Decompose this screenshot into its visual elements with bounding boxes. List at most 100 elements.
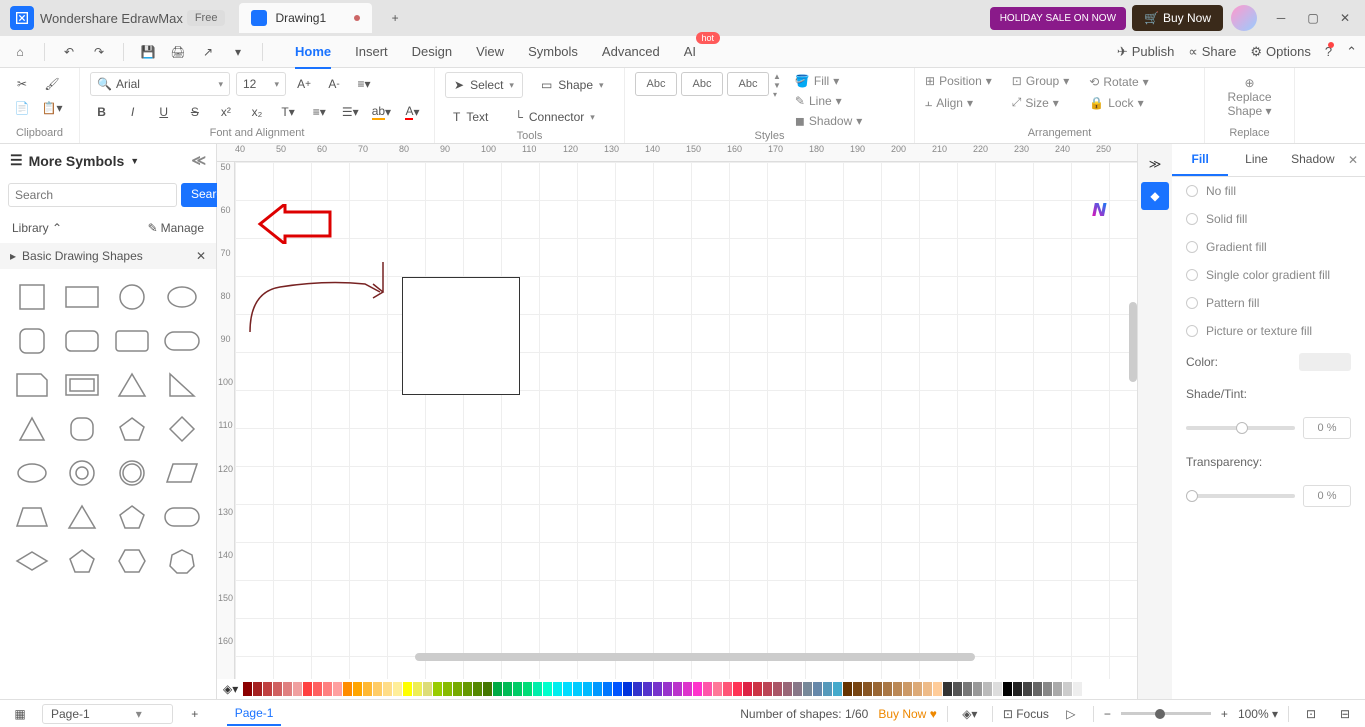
color-swatch[interactable] [923, 682, 932, 696]
shape-pentagon3[interactable] [62, 545, 102, 577]
color-swatch[interactable] [963, 682, 972, 696]
decrease-font-button[interactable]: A- [322, 72, 346, 96]
save-button[interactable]: 💾 [136, 40, 160, 64]
italic-button[interactable]: I [121, 100, 144, 124]
subscript-button[interactable]: x₂ [245, 100, 268, 124]
size-dropdown[interactable]: ⤢ Size▾ [1012, 93, 1069, 112]
no-fill-option[interactable]: No fill [1172, 177, 1365, 205]
minimize-button[interactable]: ─ [1265, 4, 1297, 32]
color-swatch[interactable] [803, 682, 812, 696]
color-swatch[interactable] [973, 682, 982, 696]
copy-button[interactable]: 📄 [10, 96, 34, 120]
zoom-value[interactable]: 100% ▾ [1238, 707, 1278, 721]
shape-ellipse[interactable] [162, 281, 202, 313]
rectangle-shape[interactable] [402, 277, 520, 395]
tab-view[interactable]: View [476, 40, 504, 63]
connector-tool[interactable]: └Connector▾ [506, 104, 602, 130]
shape-trapezoid[interactable] [12, 501, 52, 533]
color-swatch[interactable] [713, 682, 722, 696]
shape-rounded-rect[interactable] [62, 325, 102, 357]
color-swatch[interactable] [253, 682, 262, 696]
color-swatch[interactable] [993, 682, 1002, 696]
position-dropdown[interactable]: ⊞ Position▾ [925, 72, 992, 90]
present-button[interactable]: ▷ [1059, 702, 1083, 726]
color-swatch[interactable] [543, 682, 552, 696]
transparency-slider[interactable] [1186, 494, 1295, 498]
fit-width-button[interactable]: ⊟ [1333, 702, 1357, 726]
color-picker[interactable] [1299, 353, 1351, 371]
color-swatch[interactable] [893, 682, 902, 696]
style-preset[interactable]: Abc [727, 72, 769, 96]
color-swatch[interactable] [443, 682, 452, 696]
shape-pentagon[interactable] [112, 413, 152, 445]
shape-donut[interactable] [62, 457, 102, 489]
single-gradient-option[interactable]: Single color gradient fill [1172, 261, 1365, 289]
fit-page-button[interactable]: ⊡ [1299, 702, 1323, 726]
shape-square[interactable] [12, 281, 52, 313]
collapse-left-icon[interactable]: ≪ [191, 152, 206, 169]
options-button[interactable]: ⚙Options [1250, 44, 1310, 60]
color-swatch[interactable] [583, 682, 592, 696]
page-tab[interactable]: Page-1 [227, 702, 282, 726]
tab-design[interactable]: Design [412, 40, 452, 63]
color-swatch[interactable] [623, 682, 632, 696]
color-swatch[interactable] [303, 682, 312, 696]
color-swatch[interactable] [1063, 682, 1072, 696]
color-swatch[interactable] [573, 682, 582, 696]
color-swatch[interactable] [383, 682, 392, 696]
style-preset[interactable]: Abc [635, 72, 677, 96]
color-swatch[interactable] [883, 682, 892, 696]
new-tab-button[interactable]: + [380, 3, 410, 33]
color-swatch[interactable] [853, 682, 862, 696]
color-swatch[interactable] [613, 682, 622, 696]
shape-pill[interactable] [162, 325, 202, 357]
shape-rhombus[interactable] [12, 545, 52, 577]
shape-diamond[interactable] [162, 413, 202, 445]
color-swatch[interactable] [353, 682, 362, 696]
shape-triangle[interactable] [112, 369, 152, 401]
avatar[interactable] [1231, 5, 1257, 31]
color-swatch[interactable] [703, 682, 712, 696]
gradient-fill-option[interactable]: Gradient fill [1172, 233, 1365, 261]
style-up[interactable]: ▲ [773, 72, 781, 81]
focus-button[interactable]: ⊡ Focus [1003, 707, 1049, 721]
text-tool[interactable]: TText [445, 104, 496, 130]
color-swatch[interactable] [913, 682, 922, 696]
color-swatch[interactable] [763, 682, 772, 696]
shape-stadium[interactable] [162, 501, 202, 533]
shape-hexagon[interactable] [112, 545, 152, 577]
color-swatch[interactable] [743, 682, 752, 696]
shade-slider[interactable] [1186, 426, 1295, 430]
shape-heptagon[interactable] [162, 545, 202, 577]
color-swatch[interactable] [373, 682, 382, 696]
color-swatch[interactable] [1043, 682, 1052, 696]
solid-fill-option[interactable]: Solid fill [1172, 205, 1365, 233]
color-swatch[interactable] [693, 682, 702, 696]
align-button[interactable]: ≡▾ [352, 72, 376, 96]
tab-advanced[interactable]: Advanced [602, 40, 660, 63]
shape-rounded-sq2[interactable] [62, 413, 102, 445]
color-swatch[interactable] [733, 682, 742, 696]
zoom-slider[interactable] [1121, 712, 1211, 715]
format-painter-button[interactable]: 🖌 [40, 72, 64, 96]
color-swatch[interactable] [453, 682, 462, 696]
library-label[interactable]: Library ⌃ [12, 221, 62, 235]
list-button[interactable]: ☰▾ [339, 100, 362, 124]
horizontal-scrollbar[interactable] [415, 653, 975, 661]
canvas[interactable]: 𝙉 [235, 162, 1137, 679]
add-page-button[interactable]: + [183, 702, 207, 726]
color-swatch[interactable] [1053, 682, 1062, 696]
vertical-scrollbar[interactable] [1129, 302, 1137, 382]
color-swatch[interactable] [823, 682, 832, 696]
color-swatch[interactable] [833, 682, 842, 696]
shape-oval[interactable] [12, 457, 52, 489]
color-swatch[interactable] [1073, 682, 1082, 696]
color-swatch[interactable] [523, 682, 532, 696]
shadow-tab[interactable]: Shadow [1285, 144, 1341, 176]
color-swatch[interactable] [273, 682, 282, 696]
undo-button[interactable]: ↶ [57, 40, 81, 64]
replace-shape-icon[interactable]: ⊕ [1227, 76, 1271, 90]
line-dropdown[interactable]: ✎Line▾ [795, 92, 862, 110]
status-buy-now[interactable]: Buy Now ♥ [878, 707, 937, 721]
fill-tab[interactable]: Fill [1172, 144, 1228, 176]
